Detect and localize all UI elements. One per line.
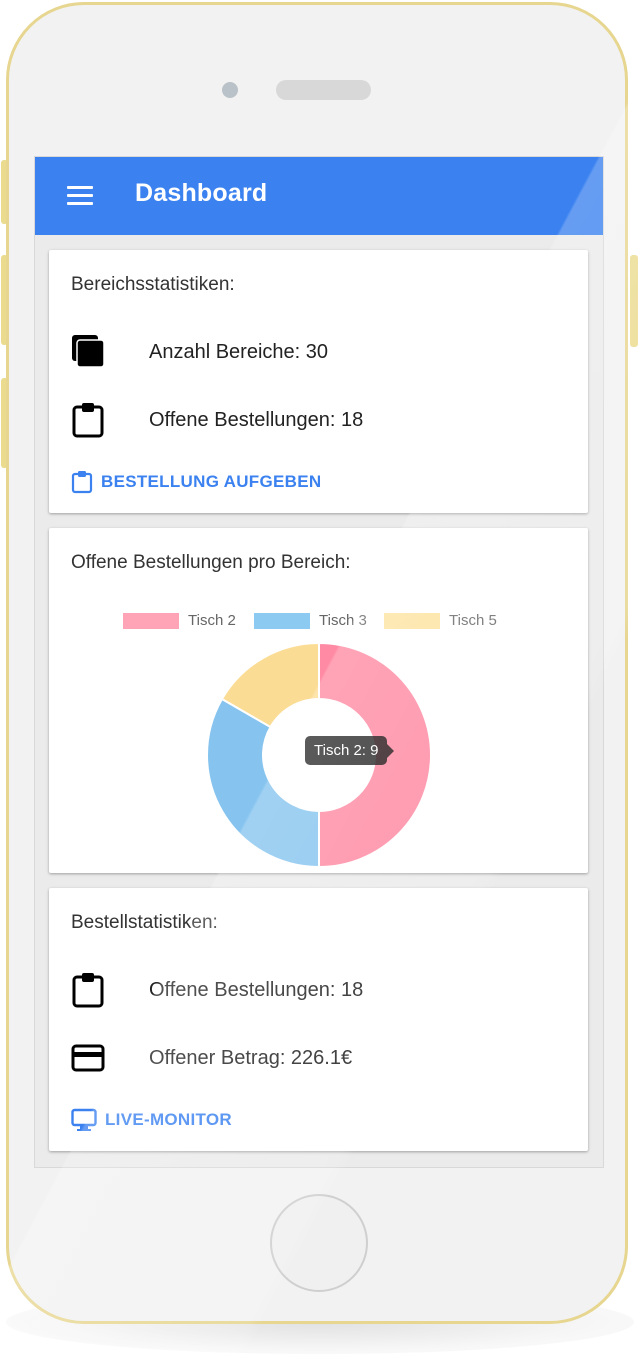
clipboard-icon xyxy=(71,972,105,1008)
legend-label: Tisch 5 xyxy=(449,612,497,629)
order-stats-card: Bestellstatistiken: Offene Bestellungen:… xyxy=(49,888,588,1151)
legend-swatch xyxy=(384,612,440,629)
chart-tooltip: Tisch 2: 9 xyxy=(305,736,395,765)
stat-row-area-count: Anzahl Bereiche: 30 xyxy=(71,334,571,374)
legend-item[interactable]: Tisch 5 xyxy=(384,612,497,629)
area-stats-card: Bereichsstatistiken: Anzahl Bereiche: 30… xyxy=(49,250,588,513)
clipboard-icon xyxy=(71,471,93,494)
open-orders-text: Offene Bestellungen: 18 xyxy=(149,979,364,1001)
open-amount-text: Offener Betrag: 226.1€ xyxy=(149,1047,353,1069)
legend-swatch xyxy=(254,612,310,629)
phone-camera xyxy=(222,82,238,98)
phone-home-button[interactable] xyxy=(270,1194,368,1292)
phone-power-button xyxy=(630,255,638,347)
place-order-button[interactable]: BESTELLUNG AUFGEBEN xyxy=(71,470,321,494)
live-monitor-label: LIVE-MONITOR xyxy=(105,1110,233,1129)
open-orders-text: Offene Bestellungen: 18 xyxy=(149,409,364,431)
legend-item[interactable]: Tisch 3 xyxy=(254,612,367,629)
area-stats-title: Bereichsstatistiken: xyxy=(71,274,235,295)
credit-card-icon xyxy=(71,1040,105,1076)
phone-speaker xyxy=(276,80,371,100)
stat-row-open-amount: Offener Betrag: 226.1€ xyxy=(71,1040,571,1080)
live-monitor-button[interactable]: LIVE-MONITOR xyxy=(71,1108,232,1132)
order-stats-title: Bestellstatistiken: xyxy=(71,912,218,933)
page-title: Dashboard xyxy=(135,179,268,207)
orders-chart-card: Offene Bestellungen pro Bereich: Tisch 2… xyxy=(49,528,588,873)
app-bar: Dashboard xyxy=(35,157,603,235)
menu-icon[interactable] xyxy=(67,186,93,206)
legend-label: Tisch 2 xyxy=(188,612,236,629)
stat-row-open-orders: Offene Bestellungen: 18 xyxy=(71,972,571,1012)
legend-label: Tisch 3 xyxy=(319,612,367,629)
stat-row-open-orders: Offene Bestellungen: 18 xyxy=(71,402,571,442)
app-screen: Dashboard Bereichsstatistiken: Anzahl Be… xyxy=(34,156,604,1168)
monitor-icon xyxy=(71,1108,97,1131)
area-count-text: Anzahl Bereiche: 30 xyxy=(149,341,329,363)
library-icon xyxy=(71,334,105,370)
place-order-label: BESTELLUNG AUFGEBEN xyxy=(101,472,322,491)
clipboard-icon xyxy=(71,402,105,438)
doughnut-slice[interactable] xyxy=(206,697,320,869)
orders-chart-title: Offene Bestellungen pro Bereich: xyxy=(71,552,351,573)
legend-swatch xyxy=(123,612,179,629)
legend-item[interactable]: Tisch 2 xyxy=(123,612,236,629)
